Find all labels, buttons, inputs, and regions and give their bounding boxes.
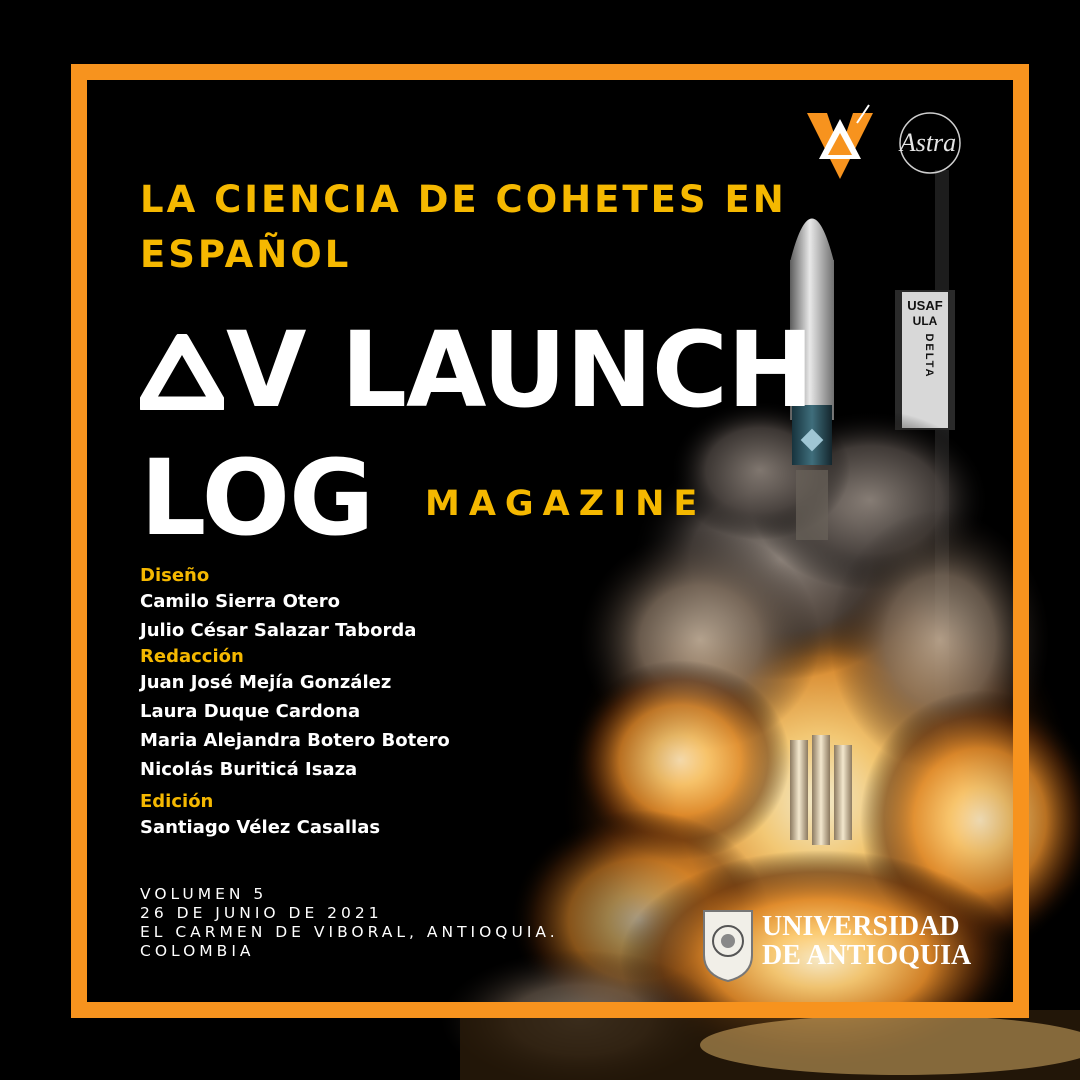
title-line-2: LOG [140,437,374,559]
university-name: UNIVERSIDAD DE ANTIOQUIA [762,912,992,970]
credit-name: Camilo Sierra Otero [140,591,340,612]
credit-group-editing: Edición Santiago Vélez Casallas [140,791,560,842]
credit-name: Nicolás Buriticá Isaza [140,759,358,780]
ula-label: ULA [913,314,938,328]
university-line-1: UNIVERSIDAD [762,911,960,942]
country-text: COLOMBIA [140,942,255,960]
delta-label: DELTA [923,333,935,378]
credit-name: Santiago Vélez Casallas [140,817,381,838]
publication-info: VOLUMEN 5 26 DE JUNIO DE 2021 EL CARMEN … [140,885,610,961]
av-logo [807,104,873,179]
role-label: Edición [140,791,214,812]
credit-name: Maria Alejandra Botero Botero [140,730,450,751]
kicker-text: LA CIENCIA DE COHETES EN ESPAÑOL [140,178,787,276]
role-label: Redacción [140,646,244,667]
magazine-cover: USAF ULA DELTA Astra LA CIENCIA DE COHET… [0,0,1080,1080]
university-line-2: DE ANTIOQUIA [762,940,972,971]
credit-name: Julio César Salazar Taborda [140,620,417,641]
credit-group-design: Diseño Camilo Sierra Otero Julio César S… [140,565,560,645]
volume-text: VOLUMEN 5 [140,885,268,903]
credit-name: Laura Duque Cardona [140,701,361,722]
title-text-1: V LAUNCH [226,309,814,431]
location-text: EL CARMEN DE VIBORAL, ANTIOQUIA. [140,923,559,941]
title-line-1: V LAUNCH [140,318,814,422]
delta-triangle-icon [140,334,224,410]
astra-logo: Astra [898,112,961,174]
role-label: Diseño [140,565,210,586]
university-seal-icon [703,910,753,983]
credit-name: Juan José Mejía González [140,672,392,693]
astra-text: Astra [898,128,956,157]
credits: Diseño Camilo Sierra Otero Julio César S… [140,565,560,842]
usaf-label: USAF [907,298,942,313]
credit-group-writing: Redacción Juan José Mejía González Laura… [140,646,560,784]
magazine-label: MAGAZINE [425,484,707,524]
date-text: 26 DE JUNIO DE 2021 [140,904,383,922]
